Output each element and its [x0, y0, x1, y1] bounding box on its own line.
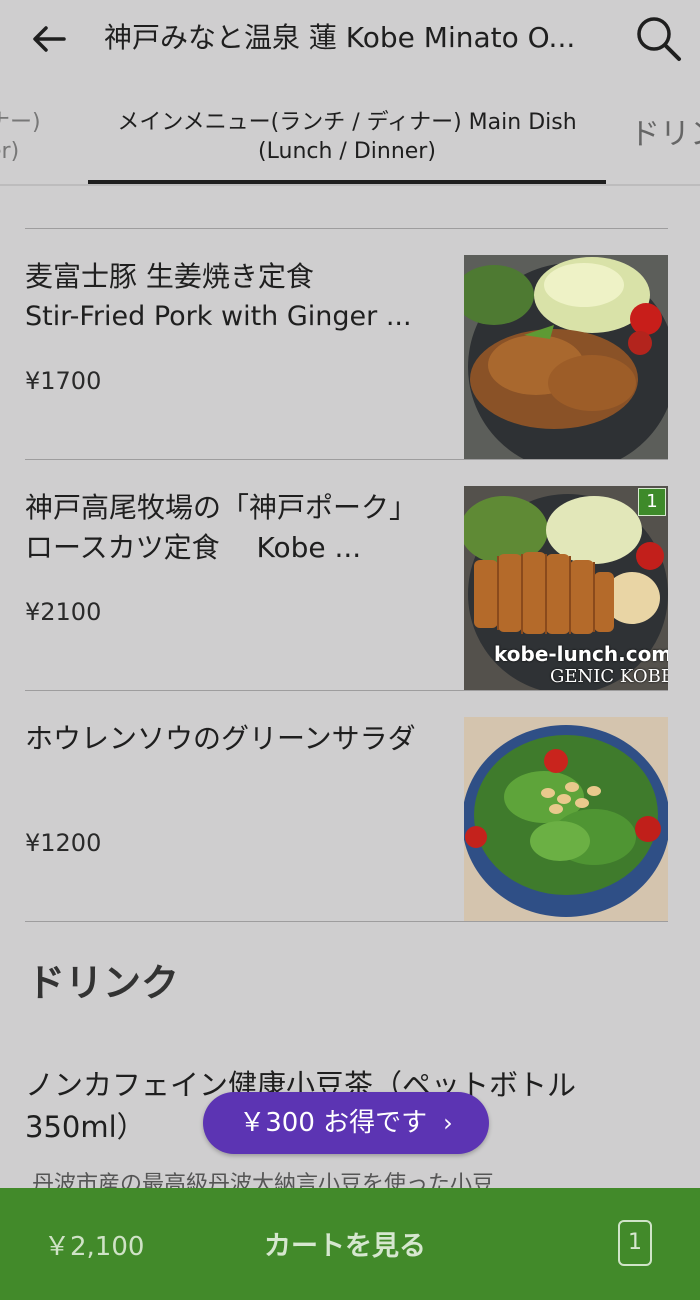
item-price: ¥1200 [25, 829, 102, 857]
tab-main-dish[interactable]: メインメニュー(ランチ / ディナー) Main Dish (Lunch / D… [90, 108, 604, 166]
ginger-pork-photo [464, 255, 668, 459]
quantity-badge: 1 [638, 488, 666, 516]
store-title: 神戸みなと温泉 蓮 Kobe Minato O... [104, 21, 576, 54]
category-tabs: ナー) er) メインメニュー(ランチ / ディナー) Main Dish (L… [0, 96, 700, 188]
menu-item[interactable]: ホウレンソウのグリーンサラダ ¥1200 [0, 691, 700, 921]
green-salad-photo [464, 717, 668, 921]
view-cart-bar[interactable]: ￥2,100 カートを見る 1 [0, 1188, 700, 1300]
watermark-text: kobe-lunch.com [494, 642, 668, 666]
tab-previous-line1: ナー) [0, 110, 41, 135]
item-price: ¥1700 [25, 367, 102, 395]
tabs-divider [0, 184, 700, 186]
view-cart-button[interactable]: カートを見る [264, 1224, 426, 1263]
menu-item[interactable]: 麦富士豚 生姜焼き定食 Stir-Fried Pork with Ginger … [0, 229, 700, 459]
chevron-right-icon: › [443, 1109, 453, 1137]
section-title-drinks: ドリンク [27, 961, 180, 1005]
item-price: ¥2100 [25, 598, 102, 626]
tab-previous-line2: er) [0, 139, 20, 164]
item-name-ja: ホウレンソウのグリーンサラダ [25, 722, 416, 755]
pork-cutlet-photo-wrapper: 1 kobe-lunch.com GENIC KOBE [464, 486, 668, 690]
menu-item[interactable]: 神戸高尾牧場の「神戸ポーク」ロースカツ定食 Kobe ... ¥2100 1 k… [0, 460, 700, 690]
arrow-left-icon[interactable] [28, 18, 70, 60]
item-name-ja: 神戸高尾牧場の「神戸ポーク」ロースカツ定食 Kobe ... [25, 491, 418, 564]
list-divider [25, 921, 668, 922]
cart-total: ￥2,100 [44, 1232, 145, 1262]
item-name-ja: 麦富士豚 生姜焼き定食 [25, 260, 314, 293]
tab-previous[interactable]: ナー) er) [0, 108, 68, 166]
tab-drinks[interactable]: ドリン [630, 120, 700, 150]
savings-label: ￥300 お得です [239, 1108, 428, 1138]
search-icon[interactable] [634, 14, 684, 64]
app-header: 神戸みなと温泉 蓮 Kobe Minato O... [0, 0, 700, 80]
item-name-en: Stir-Fried Pork with Ginger ... [25, 301, 412, 332]
watermark-brand: GENIC KOBE [550, 666, 668, 687]
cart-count-badge: 1 [618, 1220, 652, 1266]
savings-promo-button[interactable]: ￥300 お得です › [203, 1092, 489, 1154]
